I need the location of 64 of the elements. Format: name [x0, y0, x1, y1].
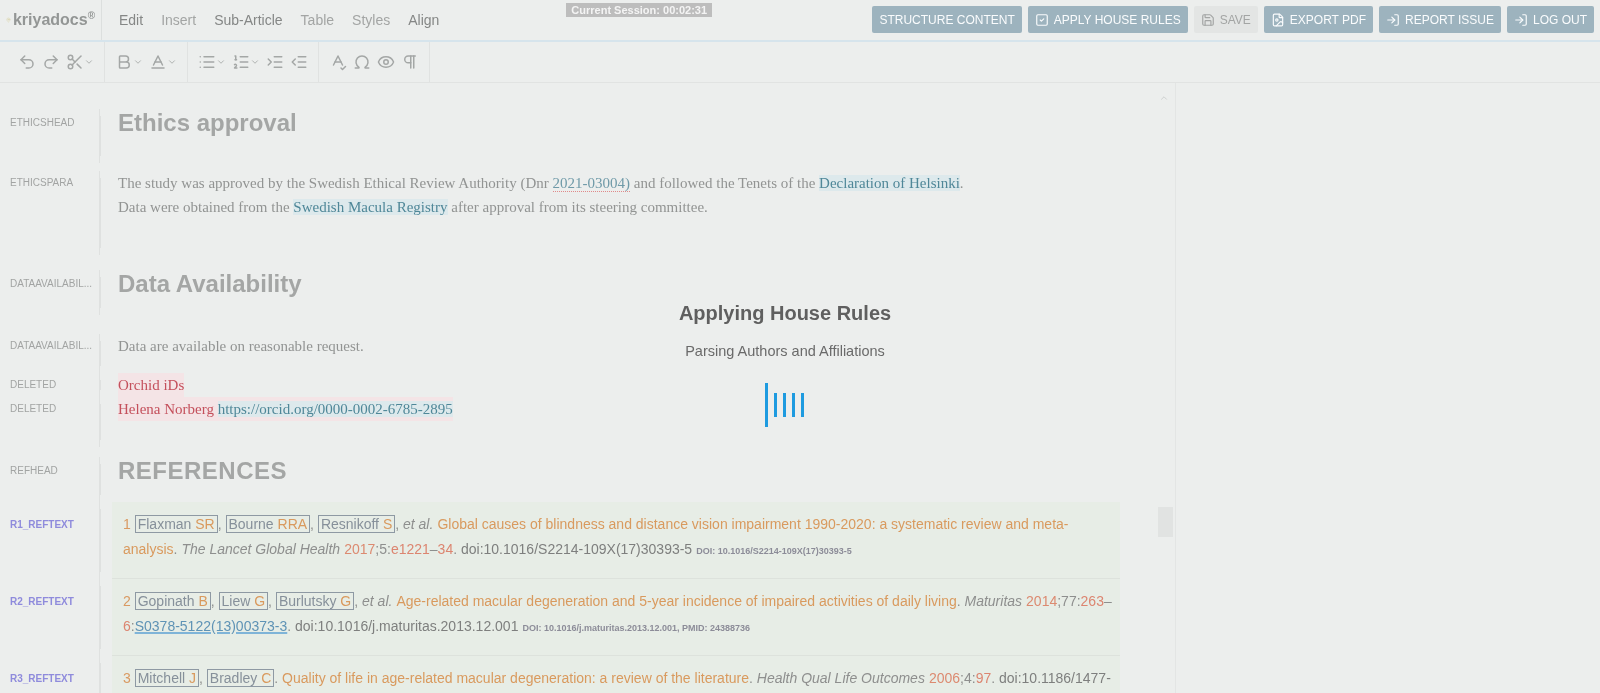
enter-icon: [1514, 12, 1528, 27]
paragraph: Data are available on reasonable request.: [118, 337, 364, 356]
format-button[interactable]: [401, 53, 419, 71]
loading-title: Applying House Rules: [678, 302, 892, 325]
format-button[interactable]: [42, 53, 60, 71]
caret-icon: [84, 57, 94, 67]
toolbar-button[interactable]: STRUCTURE CONTENT: [872, 6, 1022, 33]
reference-entry: 1 Flaxman SR , Bourne RRA , Resnikoff S , et al. Global causes of blindness and distance vision impairment 1990-2020: a systematic review and meta-analysis. The Lancet Global Health 2017;5:e1221–34. doi:10.1016/S2214-109X(17)30393-5 DOI: 10.1016/S2214-109X(17)30393-5: [112, 502, 1120, 579]
style-label: R3_REFTEXT: [10, 672, 74, 686]
style-label: R1_REFTEXT: [10, 518, 74, 532]
style-label: REFHEAD: [10, 464, 58, 478]
section-heading: REFERENCES: [118, 457, 289, 485]
indent-icon: [266, 53, 284, 71]
format-button[interactable]: [198, 53, 226, 71]
paragraph: The study was approved by the Swedish Ethical Review Authority (Dnr 2021-03004) and followed the Tenets of the Declaration of Helsinki. Data were obtained from the Swedish Macula Registry after approval from its steering committee.: [118, 174, 965, 217]
style-label: ETHICSPARA: [10, 176, 74, 190]
undo-icon: [18, 53, 36, 71]
enter-icon: [1386, 12, 1401, 27]
redo-icon: [42, 53, 60, 71]
loading-bars-icon: [765, 383, 805, 429]
document-icon: [1270, 12, 1285, 27]
numbered-list-icon: [232, 53, 250, 71]
toolbar-button[interactable]: EXPORT PDF: [1263, 6, 1374, 33]
toolbar-button[interactable]: APPLY HOUSE RULES: [1027, 6, 1188, 33]
format-button[interactable]: [18, 53, 36, 71]
scissors-icon: [66, 53, 84, 71]
style-label: ETHICSHEAD: [10, 116, 75, 130]
pilcrow-icon: [401, 53, 419, 71]
format-button[interactable]: [149, 53, 177, 71]
caret-icon: [216, 57, 226, 67]
style-label: DATAAVAILABIL...: [10, 277, 93, 291]
deleted-text: Helena Norberg https://orcid.org/0000-0002-6785-2895: [118, 397, 453, 421]
caret-icon: [133, 57, 143, 67]
eye-icon: [377, 53, 395, 71]
format-button[interactable]: [290, 53, 308, 71]
menu-item[interactable]: Edit: [110, 12, 153, 28]
style-label: DELETED: [10, 378, 57, 392]
format-button[interactable]: [266, 53, 284, 71]
outdent-icon: [290, 53, 308, 71]
format-button[interactable]: [353, 53, 371, 71]
logo: kriyadocs$^{®}$: [0, 0, 102, 40]
style-label: R2_REFTEXT: [10, 595, 74, 609]
deleted-text: Orchid iDs: [118, 373, 185, 397]
menu-item[interactable]: Align: [399, 12, 449, 28]
toolbar-button[interactable]: REPORT ISSUE: [1379, 6, 1501, 33]
style-label: DATAAVAILABIL...: [10, 339, 93, 353]
section-heading: Ethics approval: [118, 109, 298, 137]
format-button[interactable]: [232, 53, 260, 71]
caret-icon: [250, 57, 260, 67]
omega-icon: [353, 53, 371, 71]
save-icon: [1200, 12, 1215, 27]
toolbar-button[interactable]: LOG OUT: [1507, 6, 1594, 33]
reference-entry: 2 Gopinath B , Liew G , Burlutsky G , et al. Age-related macular degeneration and 5-year incidence of impaired activities of daily living. Maturitas 2014;77:263– 6:S0378-5122(13)00373-3. doi:10.1016/j.maturitas.2013.12.001 DOI: 10.1016/j.maturitas.2013.12.001, PMID: 24388736: [112, 579, 1120, 656]
bullet-list-icon: [198, 53, 216, 71]
text-color-icon: [149, 53, 167, 71]
style-label: DELETED: [10, 402, 57, 416]
reference-entry: 3 Mitchell J , Bradley C . Quality of life in age-related macular degeneration: a review of the literature. Health Qual Life Outcomes 2006;4:97. doi:10.1186/1477-: [112, 656, 1120, 693]
loading-message: Parsing Authors and Affiliations: [685, 343, 885, 359]
format-button[interactable]: [377, 53, 395, 71]
section-heading: Data Availability: [118, 270, 303, 298]
checkbox-icon: [1034, 12, 1049, 27]
menu-item[interactable]: Sub-Article: [205, 12, 292, 28]
caret-icon: [167, 57, 177, 67]
format-button[interactable]: [66, 53, 94, 71]
